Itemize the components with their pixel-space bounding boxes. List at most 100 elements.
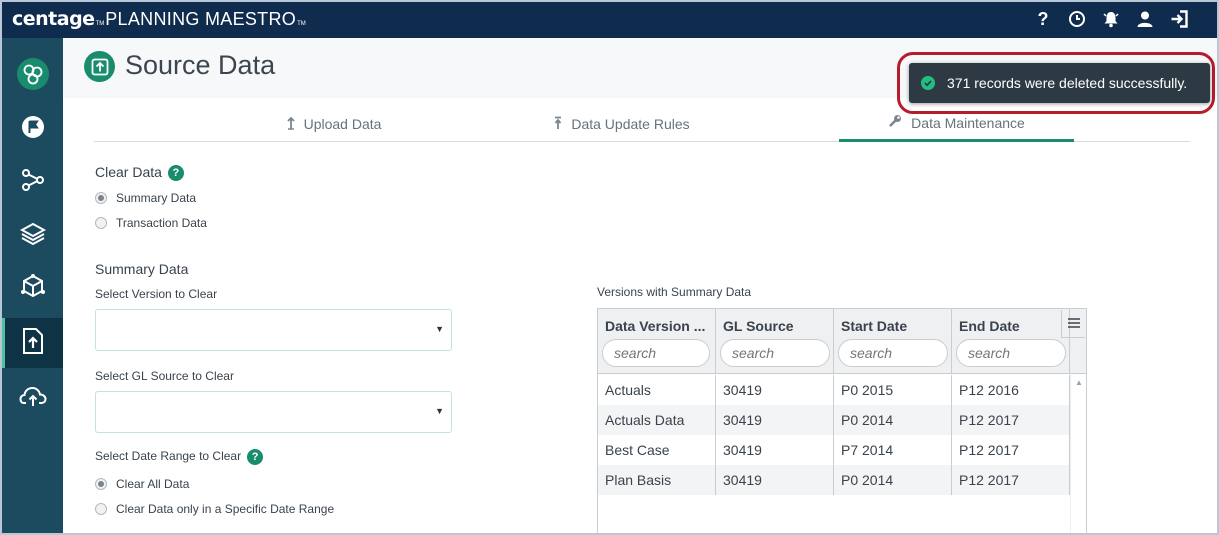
column-start-date[interactable]: Start Date	[834, 309, 952, 373]
brand-name: centage	[12, 8, 95, 30]
rules-icon	[554, 116, 562, 133]
grid-scrollbar[interactable]: ▲	[1070, 374, 1086, 533]
cell-gl-source: 30419	[716, 435, 834, 465]
column-header-label: Start Date	[841, 318, 908, 334]
radio-specific-date-range-label: Clear Data only in a Specific Date Range	[116, 502, 335, 516]
product-trademark: TM	[297, 21, 306, 27]
sidebar-nav	[2, 38, 63, 533]
clear-data-heading-text: Clear Data	[95, 164, 162, 180]
radio-transaction-data-label: Transaction Data	[116, 216, 207, 230]
grid-header: Data Version ... GL Source Start Date En…	[598, 309, 1086, 374]
cell-gl-source: 30419	[716, 375, 834, 405]
main-content: Source Data 371 records were deleted suc…	[63, 38, 1217, 533]
logout-icon[interactable]	[1169, 9, 1189, 29]
sidebar-item-cloud-upload[interactable]	[2, 373, 63, 423]
version-select[interactable]: ▼	[95, 309, 452, 351]
cell-data-version: Best Case	[598, 435, 716, 465]
cell-end-date: P12 2016	[952, 375, 1070, 405]
column-header-label: GL Source	[723, 318, 794, 334]
table-row[interactable]: Best Case 30419 P7 2014 P12 2017	[598, 435, 1070, 465]
top-bar: centage TM PLANNING MAESTRO TM ?	[2, 2, 1217, 38]
help-icon[interactable]: ?	[1033, 9, 1053, 29]
app-window: centage TM PLANNING MAESTRO TM ? Source …	[0, 0, 1219, 535]
org-chart-icon	[16, 57, 50, 96]
cell-start-date: P0 2015	[834, 375, 952, 405]
source-data-title-icon	[84, 51, 115, 82]
date-range-help-icon[interactable]: ?	[247, 449, 264, 465]
radio-specific-date-range[interactable]: Clear Data only in a Specific Date Range	[95, 502, 334, 516]
success-toast[interactable]: 371 records were deleted successfully.	[909, 63, 1210, 103]
gl-source-select-label: Select GL Source to Clear	[95, 369, 234, 383]
scroll-up-arrow-icon[interactable]: ▲	[1075, 378, 1083, 387]
search-input[interactable]	[838, 339, 948, 367]
wrench-icon	[888, 114, 902, 131]
radio-clear-all-data-label: Clear All Data	[116, 477, 190, 491]
history-icon[interactable]	[1067, 9, 1087, 29]
radio-summary-data-label: Summary Data	[116, 191, 197, 205]
radio-specific-date-range-control[interactable]	[95, 503, 107, 515]
gl-source-select[interactable]: ▼	[95, 391, 452, 433]
source-data-icon	[21, 327, 45, 360]
sidebar-item-organization[interactable]	[2, 51, 63, 101]
table-row[interactable]: Actuals 30419 P0 2015 P12 2016	[598, 375, 1070, 405]
tab-data-update-rules-label: Data Update Rules	[571, 116, 690, 132]
cell-data-version: Actuals	[598, 375, 716, 405]
radio-clear-all-data-control[interactable]	[95, 478, 107, 490]
check-circle-icon	[921, 76, 935, 90]
cell-start-date: P7 2014	[834, 435, 952, 465]
search-input[interactable]	[956, 339, 1066, 367]
chevron-down-icon: ▼	[435, 324, 444, 334]
tab-data-maintenance[interactable]: Data Maintenance	[839, 106, 1074, 142]
cell-start-date: P0 2014	[834, 465, 952, 495]
radio-transaction-data[interactable]: Transaction Data	[95, 216, 207, 230]
sidebar-item-model[interactable]	[2, 263, 63, 313]
sidebar-item-layers[interactable]	[2, 210, 63, 260]
radio-summary-data[interactable]: Summary Data	[95, 191, 196, 205]
tab-bar: Upload Data Data Update Rules Data Maint…	[94, 106, 1190, 142]
chevron-down-icon: ▼	[435, 406, 444, 416]
tab-upload-data[interactable]: Upload Data	[244, 106, 424, 142]
tab-data-update-rules[interactable]: Data Update Rules	[514, 106, 730, 142]
radio-summary-data-control[interactable]	[95, 192, 107, 204]
versions-grid-title: Versions with Summary Data	[597, 285, 752, 299]
date-range-label-text: Select Date Range to Clear	[95, 449, 242, 464]
search-input[interactable]	[602, 339, 710, 367]
column-header-label: End Date	[959, 318, 1020, 334]
sidebar-item-goals[interactable]	[2, 104, 63, 154]
cell-gl-source: 30419	[716, 405, 834, 435]
toast-message: 371 records were deleted successfully.	[947, 75, 1188, 91]
clear-data-help-icon[interactable]: ?	[167, 165, 184, 182]
sidebar-item-workflow[interactable]	[2, 157, 63, 207]
cell-gl-source: 30419	[716, 465, 834, 495]
hamburger-menu-icon	[1067, 315, 1080, 333]
column-data-version[interactable]: Data Version ...	[598, 309, 716, 373]
cell-end-date: P12 2017	[952, 405, 1070, 435]
versions-grid: Data Version ... GL Source Start Date En…	[597, 308, 1087, 533]
table-row[interactable]: Plan Basis 30419 P0 2014 P12 2017	[598, 465, 1070, 495]
brand-trademark: TM	[95, 21, 105, 27]
page-title: Source Data	[125, 50, 276, 80]
model-icon	[20, 273, 46, 304]
column-menu-button[interactable]	[1061, 310, 1085, 338]
version-select-label: Select Version to Clear	[95, 287, 218, 301]
tab-data-maintenance-label: Data Maintenance	[911, 114, 1025, 131]
cell-data-version: Plan Basis	[598, 465, 716, 495]
notifications-icon[interactable]	[1101, 9, 1121, 29]
cell-end-date: P12 2017	[952, 435, 1070, 465]
sidebar-item-source-data[interactable]	[2, 318, 63, 368]
brand-logo[interactable]: centage TM PLANNING MAESTRO TM	[12, 8, 307, 30]
radio-clear-all-data[interactable]: Clear All Data	[95, 477, 189, 491]
radio-transaction-data-control[interactable]	[95, 217, 107, 229]
cell-data-version: Actuals Data	[598, 405, 716, 435]
user-icon[interactable]	[1135, 9, 1155, 29]
cloud-upload-icon	[18, 384, 47, 413]
table-row[interactable]: Actuals Data 30419 P0 2014 P12 2017	[598, 405, 1070, 435]
column-gl-source[interactable]: GL Source	[716, 309, 834, 373]
column-end-date[interactable]: End Date	[952, 309, 1070, 373]
column-header-label: Data Version ...	[605, 318, 706, 334]
search-input[interactable]	[720, 339, 830, 367]
product-name: PLANNING MAESTRO	[105, 9, 297, 29]
tab-upload-data-label: Upload Data	[303, 116, 382, 132]
flag-icon	[21, 115, 45, 144]
summary-data-heading: Summary Data	[95, 261, 189, 277]
